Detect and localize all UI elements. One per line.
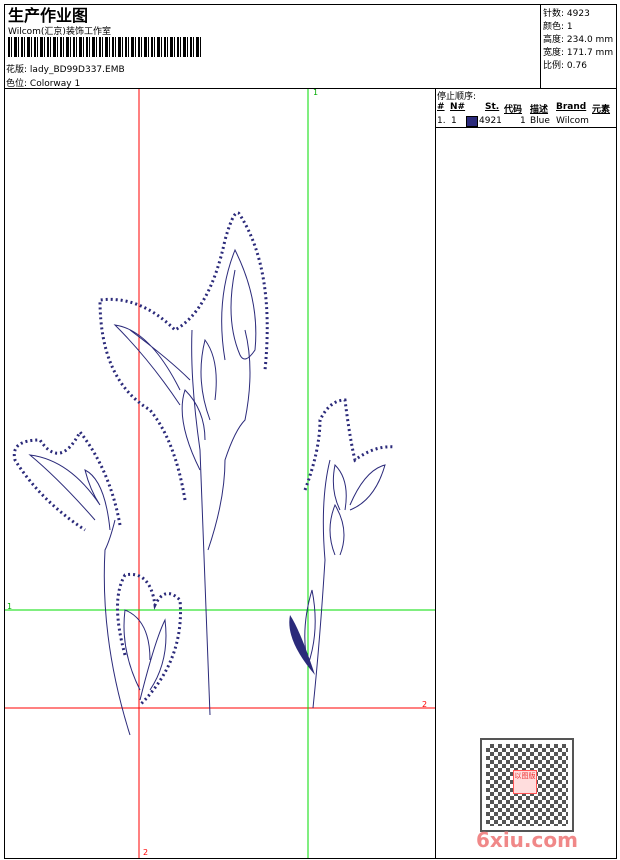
red-guide-label-bottom: 2	[143, 848, 148, 857]
seal-stamp: 以图版	[513, 770, 537, 794]
filled-leaf	[289, 615, 315, 675]
red-guide-label-right: 2	[422, 700, 427, 709]
embroidery-preview: 1 1 2 2	[5, 88, 435, 858]
green-guide-label-top: 1	[313, 88, 318, 97]
production-worksheet: 生产作业图 Wilcom(汇京)装饰工作室 花版: lady_BD99D337.…	[0, 0, 620, 860]
green-guide-label-left: 1	[7, 602, 12, 611]
watermark-site: 6xiu.com	[476, 828, 578, 852]
